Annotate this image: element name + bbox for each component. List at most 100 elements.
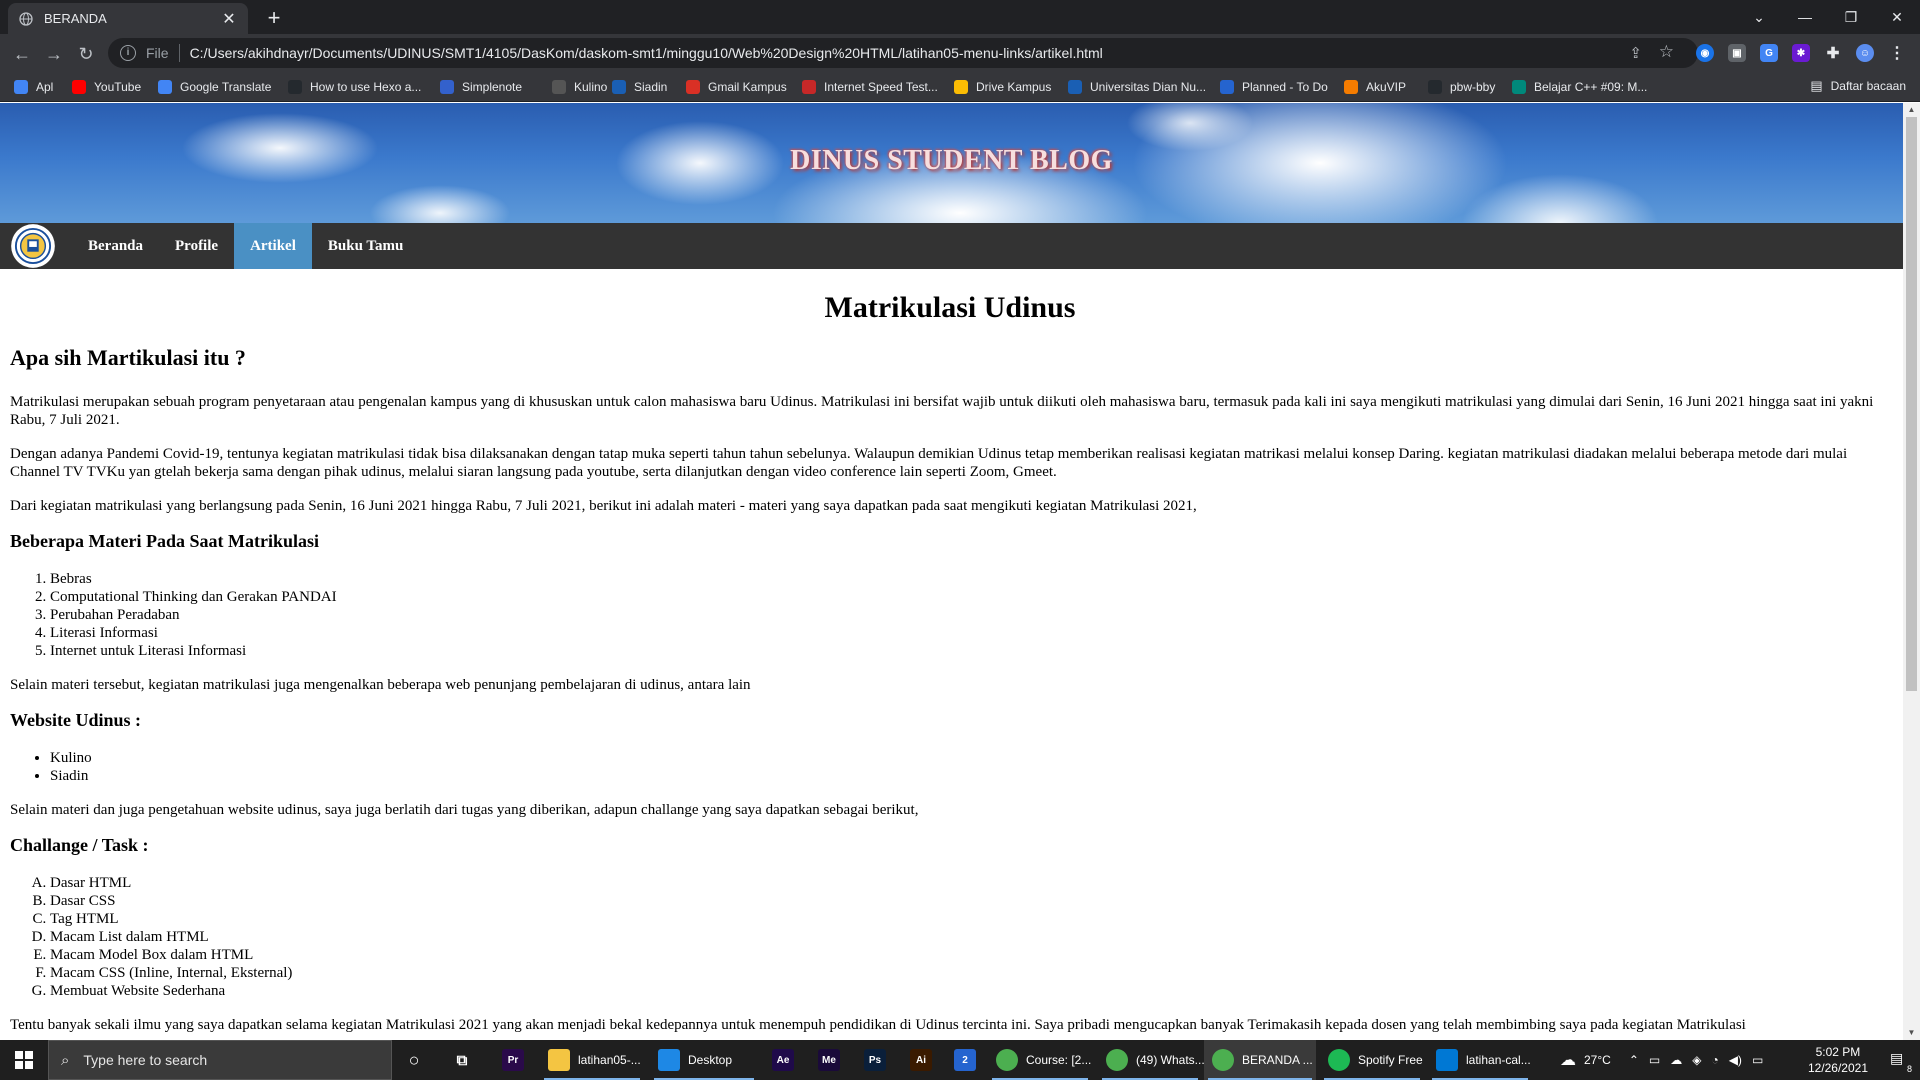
taskbar-app[interactable]: Course: [2... (988, 1040, 1092, 1080)
tray-meet-icon[interactable]: ▭ (1649, 1053, 1660, 1067)
search-placeholder: Type here to search (83, 1052, 208, 1068)
drive-icon (954, 80, 968, 94)
taskbar-app[interactable]: Desktop (650, 1040, 758, 1080)
notification-glyph: ▤ (1890, 1050, 1904, 1066)
forward-button[interactable]: → (40, 40, 68, 68)
cortana-icon[interactable]: ○ (402, 1048, 426, 1072)
nav-item-beranda[interactable]: Beranda (72, 223, 159, 269)
websites-list: KulinoSiadin (50, 749, 1890, 785)
bookmark-item[interactable]: pbw-bby (1428, 78, 1495, 96)
reload-button[interactable]: ↻ (72, 40, 100, 68)
bookmark-item[interactable]: Gmail Kampus (686, 78, 787, 96)
weather-cloud-icon[interactable]: ☁ (1560, 1050, 1576, 1070)
nav-item-profile[interactable]: Profile (159, 223, 234, 269)
article-subheading: Apa sih Martikulasi itu ? (10, 345, 246, 370)
bookmark-item[interactable]: How to use Hexo a... (288, 78, 421, 96)
bookmark-item[interactable]: Kulino (552, 78, 607, 96)
bookmark-item[interactable]: Universitas Dian Nu... (1068, 78, 1206, 96)
bookmark-item[interactable]: Google Translate (158, 78, 271, 96)
start-button[interactable] (0, 1040, 48, 1080)
list-item: Internet untuk Literasi Informasi (50, 642, 1890, 660)
menu-kebab-icon[interactable]: ⋮ (1888, 44, 1906, 62)
bookmark-star-icon[interactable]: ☆ (1659, 42, 1674, 62)
bookmark-item[interactable]: YouTube (72, 78, 141, 96)
bookmark-item[interactable]: Apl (14, 78, 53, 96)
taskbar-app[interactable]: 2 (946, 1040, 986, 1080)
taskbar-app[interactable]: Me (810, 1040, 850, 1080)
extension-purple-icon[interactable]: ✱ (1792, 44, 1810, 62)
taskbar-app[interactable]: Ae (764, 1040, 804, 1080)
share-icon[interactable]: ⇪ (1629, 44, 1642, 62)
bookmark-item[interactable]: Belajar C++ #09: M... (1512, 78, 1647, 96)
bookmark-item[interactable]: Siadin (612, 78, 667, 96)
list-item: Dasar CSS (50, 892, 1890, 910)
nav-item-artikel[interactable]: Artikel (234, 223, 312, 269)
list-item: Dasar HTML (50, 874, 1890, 892)
task-view-icon[interactable]: ⧉ (450, 1048, 474, 1072)
tray-chevron-icon[interactable]: ⌃ (1629, 1053, 1639, 1067)
new-tab-button[interactable]: + (260, 5, 288, 33)
bookmark-item[interactable]: Simplenote (440, 78, 522, 96)
tab-search-chevron-icon[interactable]: ⌄ (1736, 0, 1782, 34)
volume-icon[interactable]: ◀) (1729, 1053, 1742, 1067)
taskbar-app[interactable]: Spotify Free (1320, 1040, 1424, 1080)
tray-dropbox-icon[interactable]: ◈ (1692, 1053, 1701, 1067)
bookmark-item[interactable]: Drive Kampus (954, 78, 1051, 96)
clock[interactable]: 5:02 PM 12/26/2021 (1808, 1044, 1868, 1076)
url-text[interactable]: C:/Users/akihdnayr/Documents/UDINUS/SMT1… (190, 45, 1103, 61)
taskbar-search-box[interactable]: ⌕ Type here to search (48, 1040, 392, 1080)
close-tab-icon[interactable]: ✕ (220, 9, 238, 29)
paragraph-intro: Matrikulasi merupakan sebuah program pen… (10, 394, 1874, 428)
taskbar-app[interactable]: latihan-cal... (1428, 1040, 1532, 1080)
taskbar-app[interactable]: Pr (494, 1040, 534, 1080)
materials-heading: Beberapa Materi Pada Saat Matrikulasi (10, 531, 319, 551)
taskbar-app[interactable]: latihan05-... (540, 1040, 644, 1080)
bookmark-label: Simplenote (462, 80, 523, 94)
bookmark-label: Gmail Kampus (708, 80, 787, 94)
battery-icon[interactable]: ▭ (1752, 1053, 1763, 1067)
spotify-icon (1328, 1049, 1350, 1071)
header-banner: DINUS STUDENT BLOG (0, 103, 1903, 223)
scroll-up-arrow-icon[interactable]: ▲ (1903, 103, 1920, 117)
browser-tab[interactable]: BERANDA ✕ (8, 3, 248, 34)
profile-avatar[interactable]: ☺ (1856, 44, 1874, 62)
network-icon[interactable]: ◔ (1711, 1053, 1718, 1067)
taskbar-app[interactable]: BERANDA ... (1204, 1040, 1316, 1080)
reading-list-button[interactable]: ▤ Daftar bacaan (1810, 78, 1906, 94)
taskbar-app[interactable]: (49) Whats... (1098, 1040, 1205, 1080)
bookmark-label: pbw-bby (1450, 80, 1496, 94)
minimize-button[interactable]: — (1782, 0, 1828, 34)
desktop-icon (658, 1049, 680, 1071)
weather-temp[interactable]: 27°C (1584, 1053, 1611, 1067)
restore-button[interactable]: ❐ (1828, 0, 1874, 34)
article-content: Matrikulasi Udinus Apa sih Martikulasi i… (10, 269, 1890, 1040)
page-scrollbar[interactable]: ▲ ▼ (1903, 103, 1920, 1040)
udinus-logo (11, 224, 55, 268)
scroll-thumb[interactable] (1906, 117, 1917, 691)
back-button[interactable]: ← (8, 40, 36, 68)
bookmark-label: Apl (36, 80, 54, 94)
bookmark-label: Universitas Dian Nu... (1090, 80, 1207, 94)
extension-translate-icon[interactable]: G (1760, 44, 1778, 62)
bookmark-item[interactable]: Internet Speed Test... (802, 78, 938, 96)
extension-camera-icon[interactable]: ▣ (1728, 44, 1746, 62)
paragraph-closing: Tentu banyak sekali ilmu yang saya dapat… (10, 1017, 1746, 1033)
notification-center-icon[interactable]: ▤ 8 (1890, 1050, 1912, 1074)
taskbar-app[interactable]: Ai (902, 1040, 942, 1080)
extensions-puzzle-icon[interactable]: ✚ (1824, 44, 1842, 62)
chrome-icon (996, 1049, 1018, 1071)
bookmark-item[interactable]: AkuVIP (1344, 78, 1406, 96)
close-window-button[interactable]: ✕ (1874, 0, 1920, 34)
taskbar-app[interactable]: Ps (856, 1040, 896, 1080)
bookmark-item[interactable]: Planned - To Do (1220, 78, 1328, 96)
site-nav: Beranda Profile Artikel Buku Tamu (0, 223, 1903, 269)
tray-cloud-icon[interactable]: ☁ (1670, 1053, 1682, 1067)
info-icon[interactable]: i (120, 45, 136, 61)
udinus-icon (1068, 80, 1082, 94)
nav-item-buku-tamu[interactable]: Buku Tamu (312, 223, 419, 269)
extension-globe-icon[interactable]: ◉ (1696, 44, 1714, 62)
folder-icon (548, 1049, 570, 1071)
address-bar[interactable]: i File C:/Users/akihdnayr/Documents/UDIN… (108, 38, 1698, 68)
scroll-down-arrow-icon[interactable]: ▼ (1903, 1026, 1920, 1040)
page-viewport: DINUS STUDENT BLOG Beranda Profile Artikel… (0, 103, 1903, 1040)
